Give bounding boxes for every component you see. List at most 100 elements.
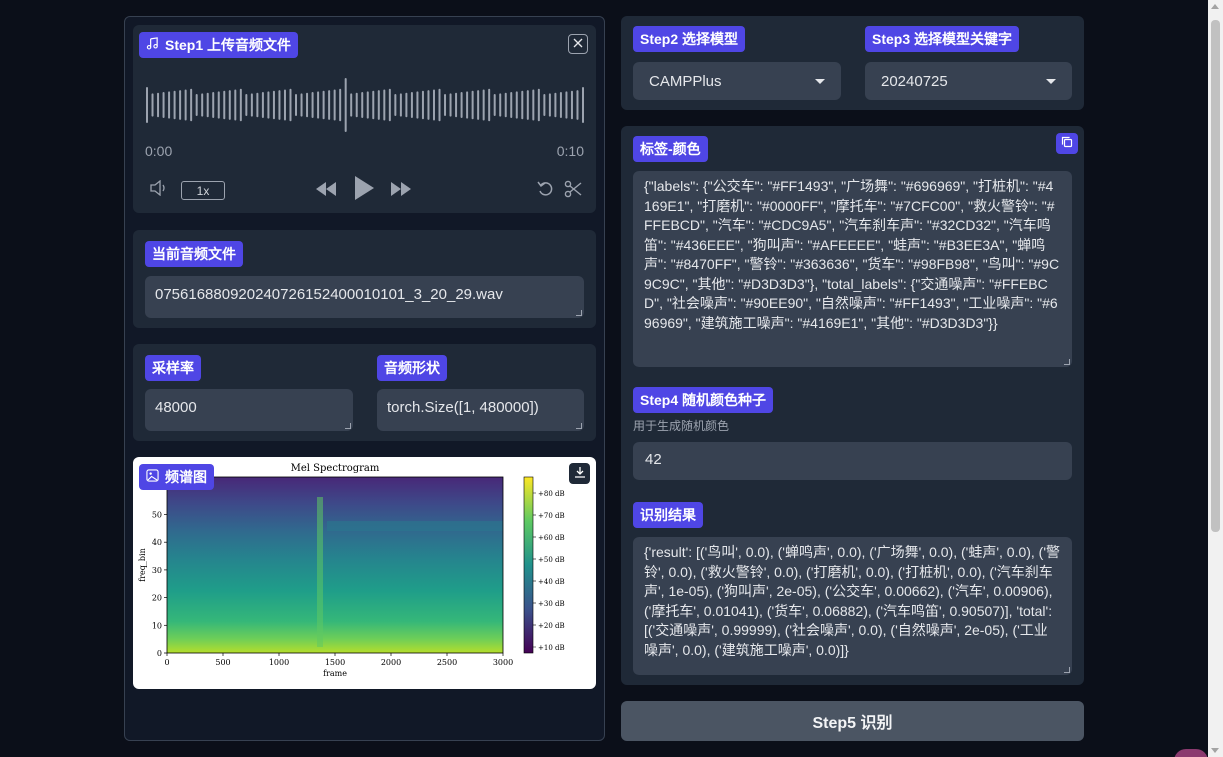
scroll-thumb[interactable] [1211,20,1220,532]
volume-icon [149,179,171,201]
audio-label-badge: Step1 上传音频文件 [139,32,299,58]
x-tick-label: 3000 [493,658,513,667]
download-icon [574,465,586,483]
scissors-icon [564,180,582,203]
rewind-icon [314,181,338,202]
result-value: {'result': [('鸟叫', 0.0), ('蝉鸣声', 0.0), (… [644,544,1061,658]
colorbar-tick-label: +30 dB [538,600,565,608]
current-file-textbox[interactable]: 075616880920240726152400010101_3_20_29.w… [145,276,584,318]
resize-grip[interactable] [576,423,582,429]
seed-label: Step4 随机颜色种子 [633,387,774,413]
sample-rate-textbox[interactable]: 48000 [145,389,353,431]
playback-speed-button[interactable]: 1x [181,181,225,200]
y-tick-label: 40 [152,538,162,547]
chevron-down-icon [1046,78,1056,84]
resize-grip[interactable] [576,310,582,316]
spectrogram-label: 频谱图 [165,469,207,485]
trim-button[interactable] [563,180,583,203]
colorbar-tick-label: +60 dB [538,534,565,542]
model-dropdown[interactable]: CAMPPlus [633,62,841,100]
colorbar-tick-label: +80 dB [538,490,565,498]
x-axis-label: frame [323,669,347,678]
current-file-value: 075616880920240726152400010101_3_20_29.w… [155,286,503,303]
x-tick-label: 2500 [437,658,457,667]
keyword-dropdown[interactable]: 20240725 [865,62,1072,100]
spectrogram-title: Mel Spectrogram [291,463,380,474]
spectrogram-label-badge: 频谱图 [139,464,214,490]
current-file-block: 当前音频文件 075616880920240726152400010101_3_… [133,230,596,328]
model-label: Step2 选择模型 [633,26,746,52]
result-textbox[interactable]: {'result': [('鸟叫', 0.0), ('蝉鸣声', 0.0), (… [633,537,1072,675]
x-tick-label: 1500 [325,658,345,667]
rewind-button[interactable] [314,181,338,201]
colorbar-tick-label: +40 dB [538,578,565,586]
y-tick-label: 30 [152,566,162,575]
reset-button[interactable] [536,181,556,201]
chevron-down-icon [815,78,825,84]
colorbar-tick-label: +50 dB [538,556,565,564]
x-tick-label: 0 [164,658,169,667]
spectrogram-event-streak [317,497,323,647]
page-scrollbar[interactable] [1208,0,1223,757]
model-select-block: Step2 选择模型 CAMPPlus Step3 选择模型关键字 202407… [621,16,1084,110]
scroll-down-icon[interactable] [1211,748,1219,753]
submit-recognize-button[interactable]: Step5 识别 [621,701,1084,741]
current-file-label: 当前音频文件 [145,241,243,267]
audio-label: Step1 上传音频文件 [165,37,292,53]
volume-button[interactable] [149,179,171,201]
y-tick-label: 0 [157,649,162,658]
keyword-label: Step3 选择模型关键字 [865,26,1020,52]
fast-forward-button[interactable] [389,181,413,201]
model-value: CAMPPlus [649,72,722,90]
sample-rate-label: 采样率 [145,355,201,381]
download-button[interactable] [569,463,590,484]
play-icon [353,175,375,206]
x-tick-label: 2000 [381,658,401,667]
audio-shape-value: torch.Size([1, 480000]) [387,399,539,416]
resize-grip[interactable] [345,423,351,429]
labels-colors-textbox[interactable]: {"labels": {"公交车": "#FF1493", "广场舞": "#6… [633,171,1072,367]
settings-results-block: 标签-颜色 {"labels": {"公交车": "#FF1493", "广场舞… [621,126,1084,685]
y-tick-label: 50 [152,511,162,520]
clear-audio-button[interactable] [568,34,588,54]
image-icon [146,469,159,485]
audio-info-block: 采样率 48000 音频形状 torch.Size([1, 480000]) [133,344,596,441]
scroll-up-icon[interactable] [1211,4,1219,9]
time-total: 0:10 [556,143,584,159]
audio-shape-label: 音频形状 [377,355,447,381]
resize-grip[interactable] [1064,667,1070,673]
y-axis-label: freq_bin [138,548,147,581]
floating-widget[interactable] [1174,749,1208,757]
copy-button[interactable] [1056,133,1078,154]
seed-value: 42 [645,451,662,468]
y-tick-label: 20 [152,594,162,603]
time-current: 0:00 [145,143,173,159]
colorbar-tick-label: +20 dB [538,622,565,630]
x-tick-label: 500 [215,658,230,667]
close-icon [573,35,583,53]
seed-info: 用于生成随机颜色 [633,419,730,433]
colorbar-tick-label: +70 dB [538,512,565,520]
spectrogram-heatmap [167,477,503,653]
spectrogram-image: Mel Spectrogram0 500 1000 1500 2000 2500 3000f… [138,463,565,678]
play-button[interactable] [351,175,377,205]
labels-colors-value: {"labels": {"公交车": "#FF1493", "广场舞": "#6… [644,178,1060,331]
audio-block: Step1 上传音频文件 0:00 0:10 1x [133,25,596,213]
result-label: 识别结果 [633,502,703,528]
y-tick-label: 10 [152,621,162,630]
audio-shape-textbox[interactable]: torch.Size([1, 480000]) [377,389,584,431]
labels-colors-label: 标签-颜色 [633,136,708,162]
sample-rate-value: 48000 [155,399,197,416]
music-note-icon [146,37,159,53]
colorbar [523,476,534,654]
seed-input[interactable]: 42 [633,442,1072,480]
colorbar-tick-label: +10 dB [538,644,565,652]
x-tick-label: 1000 [269,658,289,667]
resize-grip[interactable] [1064,359,1070,365]
spectrogram-band [327,521,503,531]
spectrogram-block: Mel Spectrogram 0 500 1000 1500 2000 2500 3000 f… [133,457,596,689]
keyword-value: 20240725 [881,72,948,90]
waveform[interactable] [145,77,585,133]
copy-icon [1061,135,1073,153]
left-column: Step1 上传音频文件 0:00 0:10 1x 当前音频文件 0756168… [124,16,605,741]
